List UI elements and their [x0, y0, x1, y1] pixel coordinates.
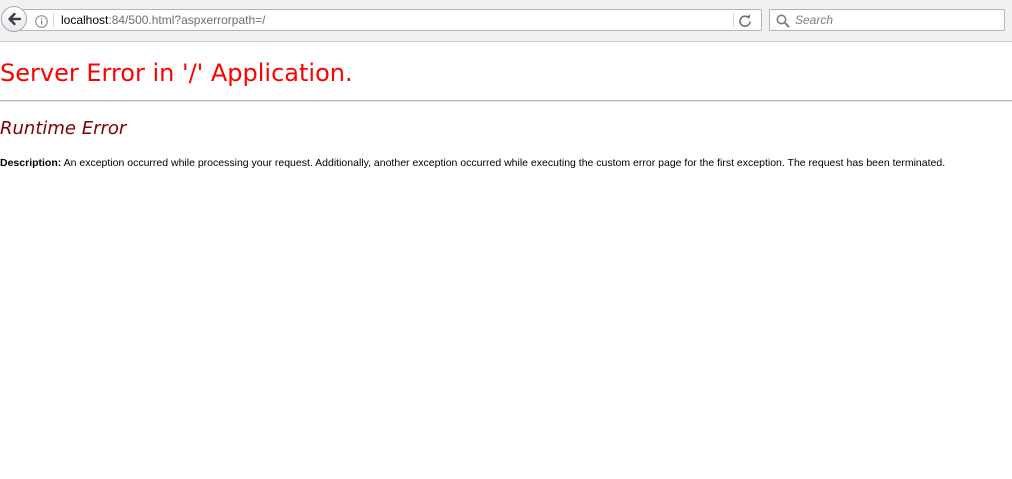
- url-path: :84/500.html?aspxerrorpath=/: [108, 13, 266, 27]
- description-text: An exception occurred while processing y…: [61, 157, 946, 169]
- url-host: localhost: [61, 13, 109, 27]
- divider: [0, 100, 1012, 102]
- address-bar[interactable]: localhost:84/500.html?aspxerrorpath=/: [15, 9, 762, 31]
- back-button[interactable]: [1, 6, 27, 32]
- page-title: Server Error in '/' Application.: [0, 59, 353, 87]
- description-label: Description:: [0, 157, 62, 169]
- info-icon[interactable]: [35, 13, 48, 28]
- search-icon: [776, 13, 790, 28]
- error-description: Description: An exception occurred while…: [0, 156, 945, 170]
- search-bar[interactable]: Search: [769, 9, 1005, 31]
- url-text[interactable]: localhost:84/500.html?aspxerrorpath=/: [61, 13, 265, 27]
- reload-icon[interactable]: [738, 13, 752, 27]
- error-type-heading: Runtime Error: [0, 118, 127, 139]
- browser-toolbar: localhost:84/500.html?aspxerrorpath=/ Se…: [0, 0, 1012, 42]
- url-separator: [53, 13, 54, 27]
- search-placeholder: Search: [795, 13, 834, 27]
- reload-separator: [733, 13, 734, 27]
